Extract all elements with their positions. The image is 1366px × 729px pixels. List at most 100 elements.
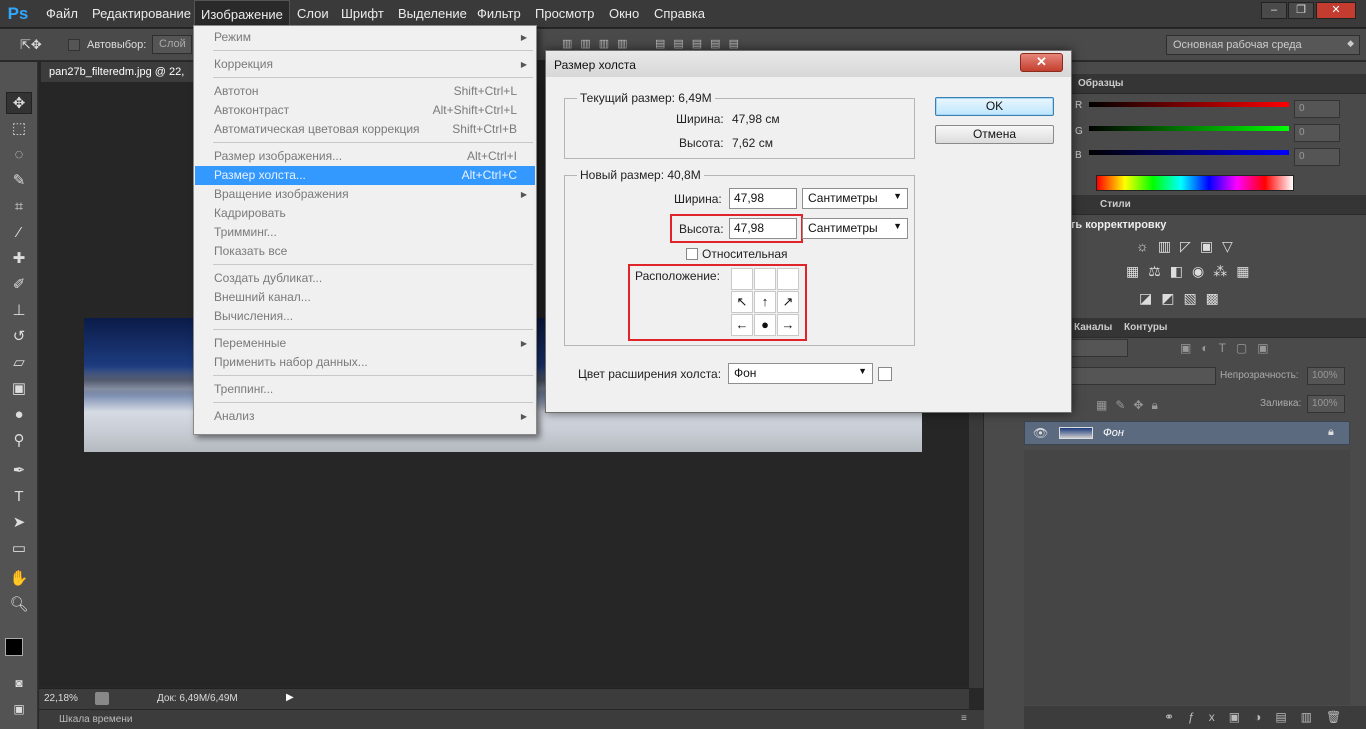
distribute-icons[interactable]: ▤▤▤▤▤ — [655, 37, 747, 50]
restore-button[interactable]: ❐ — [1288, 2, 1314, 19]
anchor-top-right[interactable] — [777, 268, 799, 290]
image-menu-item[interactable]: Размер холста... Alt+Ctrl+C — [195, 166, 535, 185]
image-menu-item[interactable]: Внешний канал... — [195, 288, 535, 307]
anchor-bottom-center[interactable]: ● — [754, 314, 776, 336]
dialog-titlebar[interactable]: Размер холста ✕ — [546, 51, 1071, 77]
status-arrow-icon[interactable]: ▶ — [286, 692, 294, 703]
image-menu-item[interactable]: Треппинг... — [195, 380, 535, 399]
foreground-color-swatch[interactable] — [5, 638, 23, 656]
layers-footer-icons[interactable]: ⚭ƒx▣◑▤▥🗑︎ — [1024, 706, 1366, 729]
stamp-tool-icon[interactable]: ⊥ — [6, 300, 32, 322]
image-menu-item[interactable]: Создать дубликат... — [195, 269, 535, 288]
fill-value[interactable]: 100% — [1307, 395, 1345, 413]
image-menu-item[interactable]: Автоконтраст Alt+Shift+Ctrl+L — [195, 101, 535, 120]
r-value[interactable]: 0 — [1294, 100, 1340, 118]
layer-filter-icons[interactable]: ▣◐T▢▣ — [1180, 341, 1279, 355]
tab-styles[interactable]: Стили — [1094, 199, 1137, 210]
auto-select-checkbox[interactable] — [68, 39, 80, 51]
timeline-menu-icon[interactable]: ≡ — [961, 713, 967, 724]
image-menu-item[interactable]: Анализ ▶ — [195, 407, 535, 426]
timeline-label[interactable]: Шкала времени — [59, 714, 132, 725]
eyedropper-tool-icon[interactable]: ⁄ — [6, 222, 32, 244]
layer-filter-select[interactable] — [1070, 339, 1128, 357]
g-slider[interactable] — [1089, 126, 1289, 131]
auto-select-dropdown[interactable]: Слой — [152, 35, 192, 54]
screen-mode-icon[interactable]: ▣ — [6, 698, 32, 720]
width-input[interactable]: 47,98 — [729, 188, 797, 209]
image-menu-item[interactable]: Коррекция ▶ — [195, 55, 535, 74]
image-menu-item[interactable]: Вычисления... — [195, 307, 535, 326]
status-menu-icon[interactable] — [95, 692, 109, 705]
eraser-tool-icon[interactable]: ▱ — [6, 352, 32, 374]
anchor-middle-right[interactable]: ↗ — [777, 291, 799, 313]
lock-icons[interactable]: ▦✎✥🔒︎ — [1096, 398, 1166, 413]
crop-tool-icon[interactable]: ⌗ — [6, 196, 32, 218]
image-menu-item[interactable]: Кадрировать — [195, 204, 535, 223]
hand-tool-icon[interactable]: ✋ — [6, 568, 32, 590]
adjustment-icons-row1[interactable]: ☼▥◸▣▽ — [1136, 238, 1242, 255]
anchor-bottom-right[interactable]: → — [777, 314, 799, 336]
quick-mask-icon[interactable]: ◙ — [6, 672, 32, 694]
menu-help[interactable]: Справка — [648, 0, 711, 28]
pen-tool-icon[interactable]: ✒ — [6, 460, 32, 482]
opacity-value[interactable]: 100% — [1307, 367, 1345, 385]
history-brush-tool-icon[interactable]: ↺ — [6, 326, 32, 348]
image-menu-item[interactable]: Применить набор данных... — [195, 353, 535, 372]
dialog-close-button[interactable]: ✕ — [1020, 53, 1063, 72]
window-close-button[interactable]: ✕ — [1316, 2, 1356, 19]
layer-name[interactable]: Фон — [1103, 427, 1124, 439]
minimize-button[interactable]: – — [1261, 2, 1287, 19]
height-unit-select[interactable]: Сантиметры ▼ — [802, 218, 908, 239]
menu-layers[interactable]: Слои — [291, 0, 335, 28]
menu-type[interactable]: Шрифт — [335, 0, 390, 28]
marquee-tool-icon[interactable]: ⬚ — [6, 118, 32, 140]
menu-window[interactable]: Окно — [603, 0, 645, 28]
tab-paths[interactable]: Контуры — [1118, 322, 1173, 333]
extension-color-swatch[interactable] — [878, 367, 892, 381]
align-icons[interactable]: ▥▥▥▥ — [562, 37, 636, 50]
extension-color-select[interactable]: Фон ▼ — [728, 363, 873, 384]
relative-checkbox[interactable] — [686, 248, 698, 260]
type-tool-icon[interactable]: T — [6, 486, 32, 508]
b-slider[interactable] — [1089, 150, 1289, 155]
width-unit-select[interactable]: Сантиметры ▼ — [802, 188, 908, 209]
image-menu-item[interactable]: Переменные ▶ — [195, 334, 535, 353]
move-tool-icon[interactable]: ✥ — [6, 92, 32, 114]
zoom-level[interactable]: 22,18% — [44, 693, 78, 704]
layer-row[interactable]: 👁︎ Фон 🔒︎ — [1024, 421, 1350, 445]
dodge-tool-icon[interactable]: ⚲ — [6, 430, 32, 452]
workspace-select[interactable]: Основная рабочая среда ◆ — [1166, 35, 1360, 55]
lasso-tool-icon[interactable]: ◌ — [6, 144, 32, 166]
r-slider[interactable] — [1089, 102, 1289, 107]
anchor-middle-left[interactable]: ↖ — [731, 291, 753, 313]
visibility-eye-icon[interactable]: 👁︎ — [1033, 426, 1048, 440]
brush-tool-icon[interactable]: ✐ — [6, 274, 32, 296]
healing-brush-tool-icon[interactable]: ✚ — [6, 248, 32, 270]
adjustment-icons-row3[interactable]: ◪◩▧▩ — [1139, 290, 1228, 307]
image-menu-item[interactable]: Автотон Shift+Ctrl+L — [195, 82, 535, 101]
height-input[interactable]: 47,98 — [729, 218, 797, 239]
zoom-tool-icon[interactable]: 🔍︎ — [6, 594, 32, 616]
tab-channels[interactable]: Каналы — [1068, 322, 1118, 333]
b-value[interactable]: 0 — [1294, 148, 1340, 166]
adjustment-icons-row2[interactable]: ▦⚖◧◉⁂▦ — [1126, 263, 1258, 280]
menu-filter[interactable]: Фильтр — [471, 0, 527, 28]
menu-edit[interactable]: Редактирование — [86, 0, 197, 28]
menu-select[interactable]: Выделение — [392, 0, 473, 28]
anchor-bottom-left[interactable]: ← — [731, 314, 753, 336]
anchor-top-left[interactable] — [731, 268, 753, 290]
g-value[interactable]: 0 — [1294, 124, 1340, 142]
document-tab[interactable]: pan27b_filteredm.jpg @ 22, — [41, 62, 201, 82]
path-select-tool-icon[interactable]: ➤ — [6, 512, 32, 534]
color-spectrum[interactable] — [1096, 175, 1294, 191]
anchor-top-center[interactable] — [754, 268, 776, 290]
image-menu-item[interactable]: Автоматическая цветовая коррекция Shift+C… — [195, 120, 535, 139]
rectangle-tool-icon[interactable]: ▭ — [6, 538, 32, 560]
image-menu-item[interactable]: Показать все — [195, 242, 535, 261]
gradient-tool-icon[interactable]: ▣ — [6, 378, 32, 400]
blend-mode-select[interactable] — [1070, 367, 1216, 385]
image-menu-item[interactable]: Режим ▶ — [195, 28, 535, 47]
ok-button[interactable]: OK — [935, 97, 1054, 116]
menu-image[interactable]: Изображение — [194, 0, 290, 28]
image-menu-item[interactable]: Размер изображения... Alt+Ctrl+I — [195, 147, 535, 166]
